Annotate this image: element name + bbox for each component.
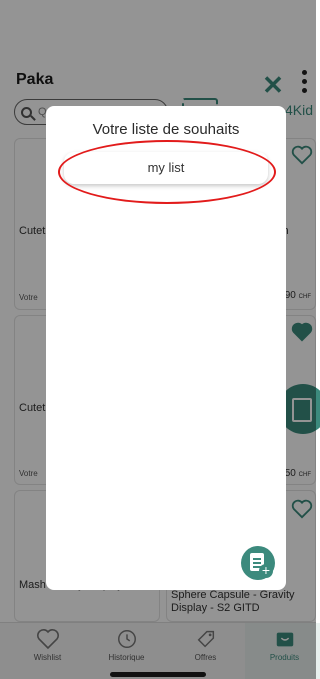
home-indicator: [110, 672, 206, 677]
add-list-button[interactable]: +: [241, 546, 275, 580]
annotation-circle: [58, 140, 276, 204]
wishlist-modal: Votre liste de souhaits my list +: [46, 106, 286, 590]
modal-title: Votre liste de souhaits: [92, 121, 240, 138]
plus-icon: +: [259, 563, 273, 578]
